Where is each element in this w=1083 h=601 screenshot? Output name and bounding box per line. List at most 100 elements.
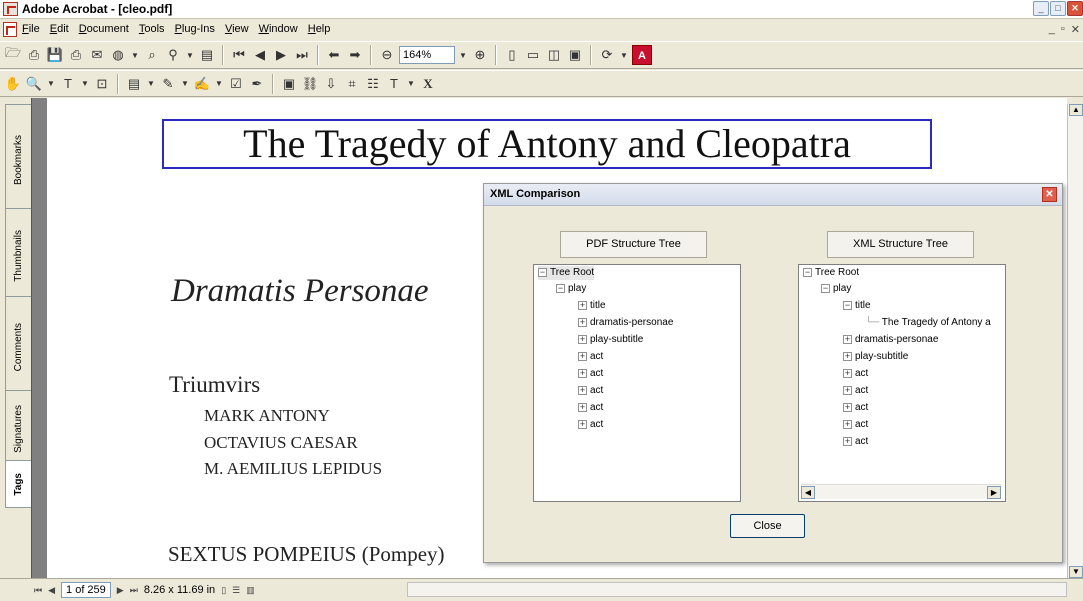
tree-node[interactable]: + act [578, 384, 603, 398]
last-page-icon[interactable]: ⏭ [293, 46, 311, 64]
tree-node[interactable]: + title [578, 299, 606, 313]
expand-icon[interactable]: + [843, 369, 852, 378]
scroll-down-icon[interactable]: ▼ [1069, 566, 1083, 578]
close-window-button[interactable]: ✕ [1067, 1, 1083, 16]
save-icon[interactable]: 💾 [46, 46, 64, 64]
tree-node[interactable]: + play-subtitle [843, 350, 908, 364]
zoom-in-icon[interactable]: ⊕ [471, 46, 489, 64]
link-tool-icon[interactable]: ⛓ [301, 75, 319, 93]
hand-tool-icon[interactable]: ✋ [4, 75, 22, 93]
single-page-icon[interactable]: ▯ [221, 585, 226, 596]
go-back-icon[interactable]: ⬅ [325, 46, 343, 64]
doc-restore-button[interactable]: ▫ [1061, 23, 1065, 36]
zoom-dropdown-icon[interactable]: ▼ [458, 46, 468, 64]
pencil-dropdown-icon[interactable]: ▼ [180, 75, 190, 93]
highlight-tool-icon[interactable]: ✍ [193, 75, 211, 93]
sign-icon[interactable]: ✒ [248, 75, 266, 93]
article-tool-icon[interactable]: ⇩ [322, 75, 340, 93]
tree-node[interactable]: − Tree Root [538, 266, 595, 280]
find-icon[interactable]: ⌕ [143, 46, 161, 64]
expand-icon[interactable]: + [843, 403, 852, 412]
xml-structure-tree[interactable]: − Tree Root − play − title └─ The Tragedy o… [798, 264, 1006, 502]
menu-file[interactable]: File [22, 23, 40, 35]
collapse-icon[interactable]: − [821, 284, 830, 293]
next-page-icon[interactable]: ▶ [272, 46, 290, 64]
text-select-icon[interactable]: T [59, 75, 77, 93]
snapshot-icon[interactable]: ⊡ [93, 75, 111, 93]
tree-node[interactable]: − Tree Root [803, 266, 859, 280]
tree-node[interactable]: − title [843, 299, 871, 313]
collapse-icon[interactable]: − [556, 284, 565, 293]
x-tool-icon[interactable]: X [419, 75, 437, 93]
first-page-icon[interactable]: ⏮ [230, 46, 248, 64]
facing-icon[interactable]: ▥ [246, 585, 255, 596]
dialog-close-icon[interactable]: ✕ [1042, 187, 1057, 202]
collapse-icon[interactable]: − [843, 301, 852, 310]
note-dropdown-icon[interactable]: ▼ [146, 75, 156, 93]
tree-node[interactable]: + act [843, 418, 868, 432]
highlight-dropdown-icon[interactable]: ▼ [214, 75, 224, 93]
document-icon[interactable] [3, 22, 17, 37]
open-icon[interactable]: 🗁 [4, 45, 22, 64]
expand-icon[interactable]: + [578, 386, 587, 395]
menu-tools[interactable]: Tools [139, 23, 165, 35]
tree-node[interactable]: − play [821, 282, 851, 296]
spell-check-icon[interactable]: ☑ [227, 75, 245, 93]
expand-icon[interactable]: + [578, 369, 587, 378]
collapse-icon[interactable]: − [538, 268, 547, 277]
maximize-button[interactable]: □ [1050, 1, 1066, 16]
close-button[interactable]: Close [730, 514, 805, 538]
tree-node[interactable]: + act [843, 435, 868, 449]
menu-window[interactable]: Window [259, 23, 298, 35]
zoom-out-icon[interactable]: ⊖ [378, 46, 396, 64]
note-tool-icon[interactable]: ▤ [125, 75, 143, 93]
email-icon[interactable]: ✉ [88, 46, 106, 64]
expand-icon[interactable]: + [578, 318, 587, 327]
scroll-up-icon[interactable]: ▲ [1069, 104, 1083, 116]
print-icon[interactable]: ⎙ [67, 46, 85, 64]
scroll-right-icon[interactable]: ▶ [987, 486, 1001, 499]
expand-icon[interactable]: + [843, 352, 852, 361]
menu-plugins[interactable]: Plug-Ins [175, 23, 215, 35]
fit-visible-icon[interactable]: ▣ [566, 46, 584, 64]
menu-view[interactable]: View [225, 23, 249, 35]
menu-edit[interactable]: Edit [50, 23, 69, 35]
menu-document[interactable]: Document [79, 23, 129, 35]
web-capture-dropdown-icon[interactable]: ▼ [130, 46, 140, 64]
horizontal-scrollbar[interactable] [407, 582, 1067, 597]
touchup-dropdown-icon[interactable]: ▼ [406, 75, 416, 93]
tree-node[interactable]: + act [578, 418, 603, 432]
minimize-button[interactable]: _ [1033, 1, 1049, 16]
expand-icon[interactable]: + [578, 420, 587, 429]
menu-help[interactable]: Help [308, 23, 331, 35]
zoom-tool-icon[interactable]: 🔍 [25, 75, 43, 93]
scroll-left-icon[interactable]: ◀ [801, 486, 815, 499]
movie-tool-icon[interactable]: ▣ [280, 75, 298, 93]
tab-thumbnails[interactable]: Thumbnails [5, 208, 31, 304]
web-capture-icon[interactable]: ◍ [109, 46, 127, 64]
tree-node[interactable]: └─ The Tragedy of Antony a [865, 316, 991, 330]
expand-icon[interactable]: + [843, 335, 852, 344]
tree-node[interactable]: + act [843, 401, 868, 415]
doc-close-button[interactable]: ✕ [1071, 23, 1080, 36]
search-dropdown-icon[interactable]: ▼ [185, 46, 195, 64]
expand-icon[interactable]: + [843, 437, 852, 446]
continuous-icon[interactable]: ☰ [232, 585, 240, 596]
expand-icon[interactable]: + [843, 420, 852, 429]
doc-minimize-button[interactable]: _ [1049, 23, 1055, 36]
zoom-tool-dropdown-icon[interactable]: ▼ [46, 75, 56, 93]
xml-tree-horizontal-scrollbar[interactable]: ◀ ▶ [801, 484, 1001, 499]
next-page-status-icon[interactable]: ▶ [117, 585, 124, 596]
pencil-tool-icon[interactable]: ✎ [159, 75, 177, 93]
last-page-status-icon[interactable]: ⏭ [130, 585, 138, 596]
crop-tool-icon[interactable]: ⌗ [343, 75, 361, 93]
rotate-view-icon[interactable]: ⟳ [598, 46, 616, 64]
tree-node[interactable]: + act [843, 384, 868, 398]
tree-node[interactable]: + play-subtitle [578, 333, 643, 347]
expand-icon[interactable]: + [578, 352, 587, 361]
adobe-logo-icon[interactable]: A [632, 45, 652, 65]
tree-node[interactable]: + dramatis-personae [843, 333, 938, 347]
vertical-scrollbar[interactable]: ▲ ▼ [1067, 104, 1083, 578]
tree-node[interactable]: + act [578, 401, 603, 415]
tab-signatures[interactable]: Signatures [5, 390, 31, 468]
